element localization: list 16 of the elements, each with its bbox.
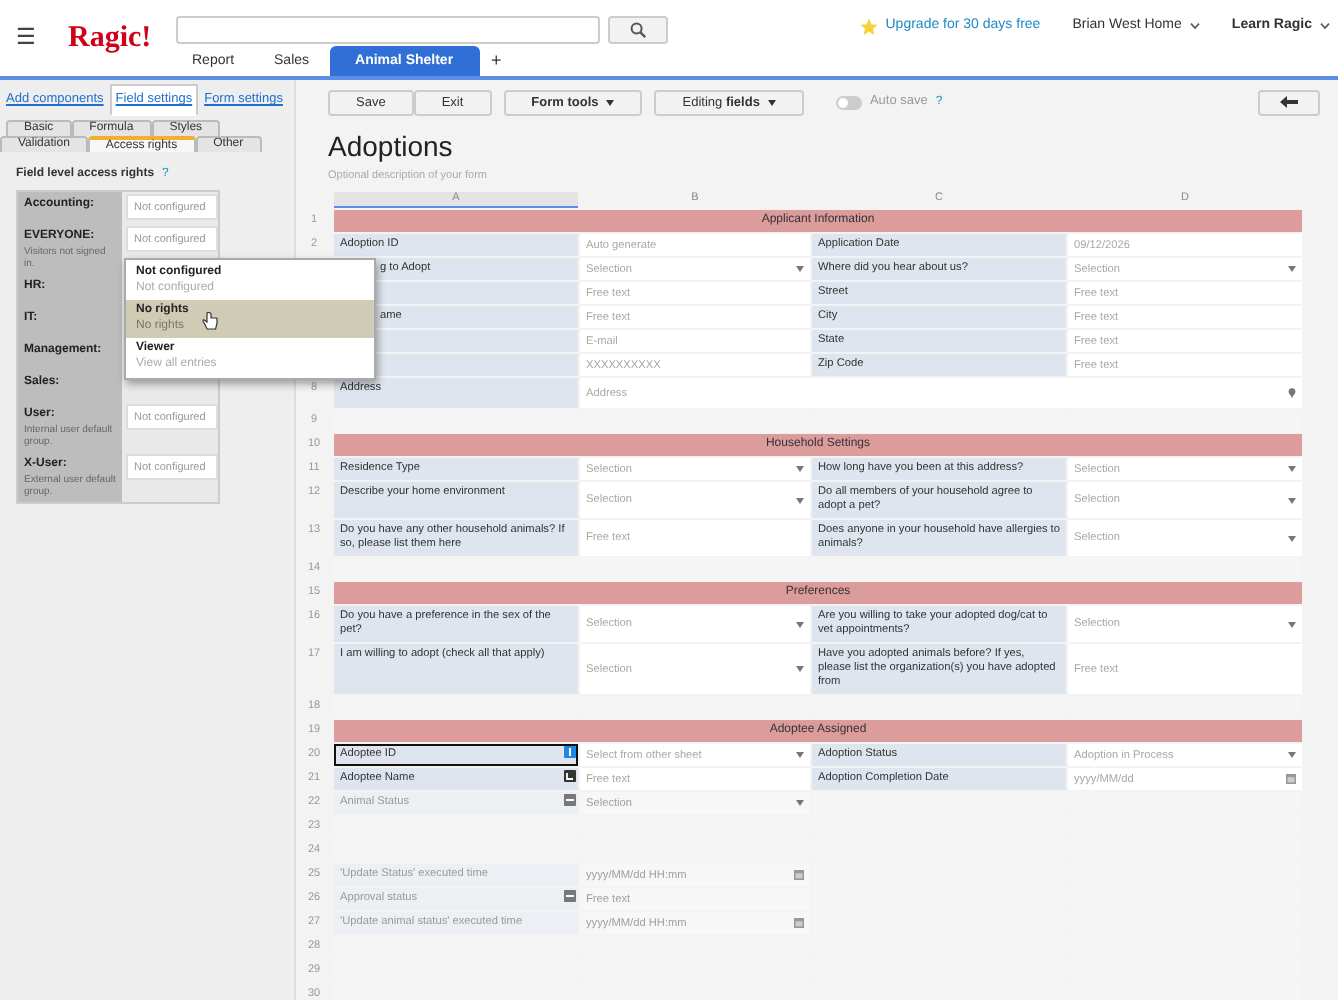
search-field[interactable] [176,16,600,44]
hand-cursor-icon [202,312,218,330]
star-icon [859,17,878,36]
form-title: Adoptions [328,132,455,160]
search-button[interactable] [608,16,668,44]
auto-save-toggle[interactable] [835,95,862,109]
caret-icon [767,99,776,105]
caret-icon [1320,22,1330,31]
back-button[interactable] [1258,89,1320,115]
menu-icon[interactable]: ☰ [16,27,36,49]
caret-icon [606,99,615,105]
logo: Ragic! [68,23,152,53]
search-icon [630,22,646,38]
arrow-left-icon [1280,96,1298,108]
caret-icon [1189,22,1200,31]
add-tab-button[interactable]: + [479,46,514,76]
